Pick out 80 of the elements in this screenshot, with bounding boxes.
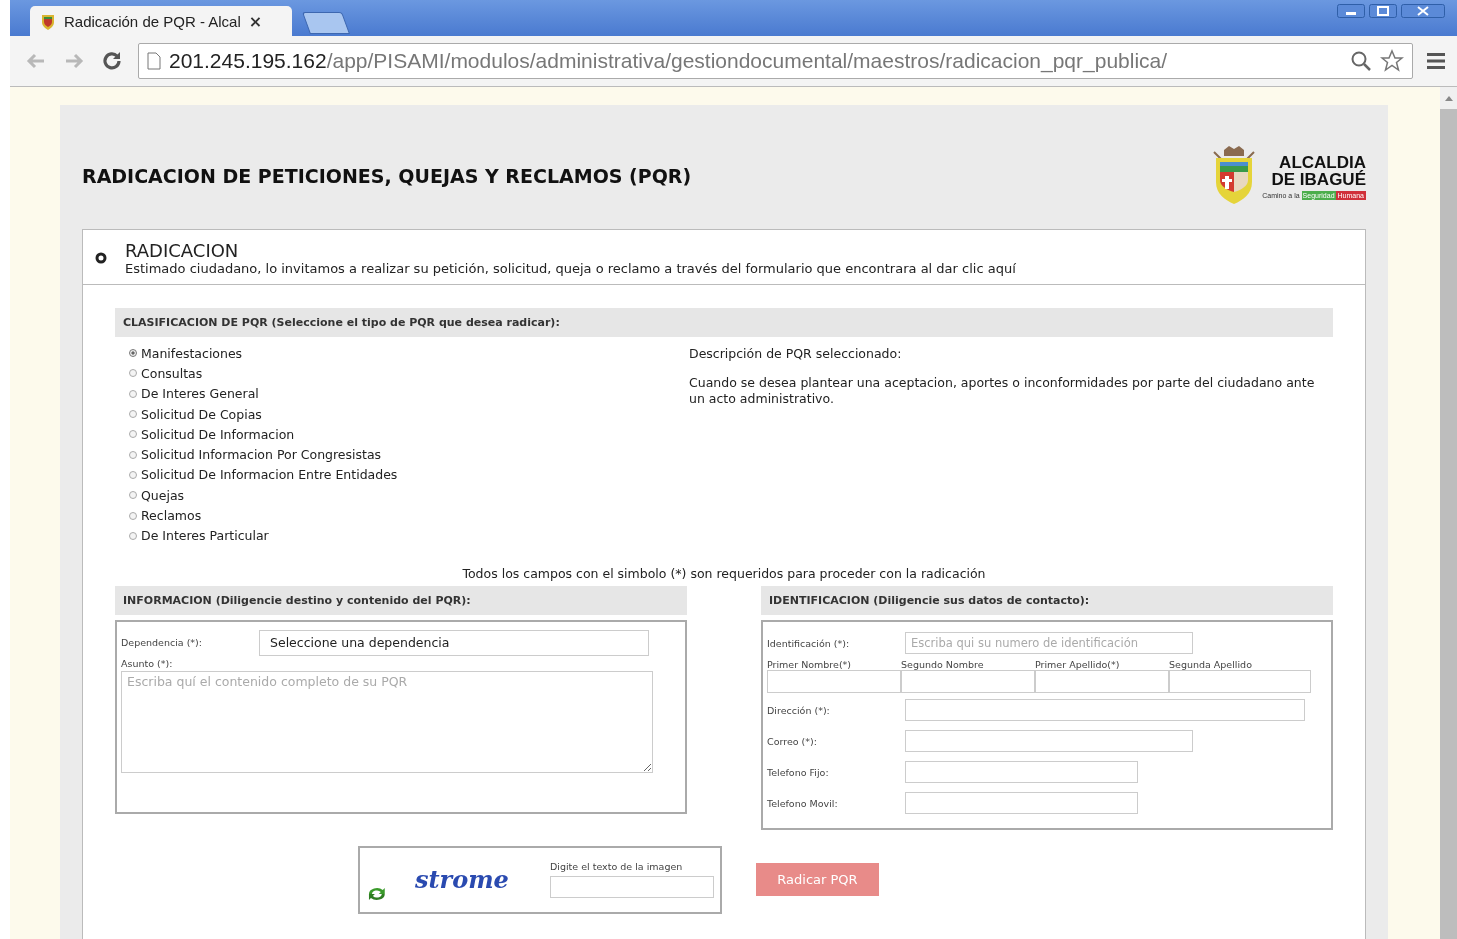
name-input[interactable]: [901, 669, 1035, 693]
field-label: Digite el texto de la imagen: [550, 861, 684, 873]
field-label: Segunda Apellido: [1169, 658, 1253, 670]
menu-icon[interactable]: [1427, 52, 1447, 70]
radio-label: Solicitud De Copias: [141, 406, 262, 422]
section-heading: INFORMACION (Diligencie destino y contenido del PQR):: [115, 585, 687, 615]
text-input[interactable]: [905, 761, 1138, 784]
radio-label: Solicitud Informacion Por Congresistas: [141, 447, 382, 463]
radio-label: Manifestaciones: [141, 345, 243, 361]
required-note: Todos los campos con el simbolo (*) son requeridos para proceder con la radicación: [461, 565, 987, 581]
radio-label: Solicitud De Informacion Entre Entidades: [141, 467, 398, 483]
maximize-icon[interactable]: [1369, 4, 1397, 18]
radio-label: De Interes General: [141, 386, 259, 402]
text-input[interactable]: [905, 730, 1193, 753]
radio-label: Solicitud De Informacion: [141, 426, 295, 442]
radio-option[interactable]: De Interes General: [129, 383, 689, 404]
minimize-icon[interactable]: [1337, 4, 1365, 18]
text-input[interactable]: [905, 699, 1305, 722]
field-label: Identificación (*):: [767, 637, 851, 649]
search-icon[interactable]: [1350, 50, 1372, 72]
field-label: Telefono Fijo:: [767, 766, 830, 778]
id-input[interactable]: Escriba qui su numero de identificación: [905, 632, 1193, 655]
radio-option[interactable]: Solicitud De Copias: [129, 403, 689, 425]
section-subtitle: Estimado ciudadano, lo invitamos a realizar su petición, solicitud, queja o reclamo a través del formulario que encontrara al dar clic aquí: [125, 261, 1016, 276]
radio-button[interactable]: [129, 491, 137, 500]
radio-button[interactable]: [129, 511, 137, 520]
field-label: Asunto (*):: [121, 657, 174, 669]
radio-button[interactable]: [129, 531, 137, 540]
scroll-up-icon[interactable]: [1444, 95, 1453, 101]
name-input[interactable]: [1169, 669, 1311, 693]
radio-option[interactable]: Solicitud Informacion Por Congresistas: [129, 444, 689, 465]
radio-button[interactable]: [129, 430, 137, 439]
field-label: Primer Apellido(*): [1035, 658, 1121, 670]
shield-icon: [40, 12, 56, 30]
radio-option[interactable]: Solicitud De Informacion: [129, 424, 689, 445]
radio-option[interactable]: Solicitud De Informacion Entre Entidades: [129, 464, 689, 486]
radio-button[interactable]: [129, 389, 137, 398]
radio-label: De Interes Particular: [141, 528, 269, 544]
radio-option[interactable]: Manifestaciones: [129, 343, 689, 364]
radio-label: Quejas: [141, 487, 185, 503]
address-bar[interactable]: 201.245.195.162/app/PISAMI/modulos/administrativa/gestiondocumental/maestros/radicacion_pqr_publica/: [138, 43, 1413, 79]
field-label: Telefono Movil:: [767, 797, 839, 809]
radio-button[interactable]: [129, 470, 137, 479]
star-icon[interactable]: [1380, 49, 1404, 73]
close-icon[interactable]: [1401, 4, 1445, 18]
description-label: Descripción de PQR seleccionado:: [689, 346, 903, 361]
radio-button[interactable]: [129, 369, 137, 378]
page-icon: [147, 52, 161, 70]
description-text: Cuando se desea plantear una aceptacion, aportes o inconformidades por parte del ciudadano ante un acto administrativo.: [689, 375, 1316, 407]
new-tab-button[interactable]: [302, 12, 350, 34]
radio-label: Reclamos: [141, 508, 202, 523]
radio-button[interactable]: [129, 450, 137, 459]
text-input[interactable]: [905, 792, 1138, 815]
browser-tab[interactable]: Radicación de PQR - Alcal ×: [30, 6, 292, 36]
field-label: Dependencia (*):: [121, 637, 204, 649]
bullet-icon: [95, 252, 107, 264]
section-title: RADICACION: [125, 240, 240, 261]
radio-button[interactable]: [129, 349, 137, 358]
captcha-input[interactable]: [550, 876, 714, 899]
name-input[interactable]: [1035, 669, 1169, 693]
radio-option[interactable]: Consultas: [129, 363, 689, 384]
logo-text: DE IBAGUÉ: [1271, 171, 1366, 188]
captcha-image: strome: [413, 865, 510, 895]
radio-button[interactable]: [129, 410, 137, 419]
dependency-select[interactable]: Seleccione una dependencia: [259, 629, 649, 656]
field-label: Correo (*):: [767, 735, 818, 747]
radio-option[interactable]: De Interes Particular: [129, 525, 689, 546]
radio-option[interactable]: Quejas: [129, 485, 689, 506]
tab-close-button[interactable]: ×: [248, 11, 263, 31]
logo-text: ALCALDIA: [1279, 154, 1366, 171]
field-label: Primer Nombre(*): [767, 658, 853, 670]
subject-textarea[interactable]: Escriba quí el contenido completo de su PQR: [121, 670, 653, 773]
page-title: RADICACION DE PETICIONES, QUEJAS Y RECLAMOS (PQR): [82, 165, 692, 189]
radio-label: Consultas: [141, 365, 203, 381]
section-heading: IDENTIFICACION (Diligencie sus datos de contacto):: [761, 585, 1333, 615]
name-input[interactable]: [767, 669, 901, 693]
field-label: Dirección (*):: [767, 704, 831, 716]
field-label: Segundo Nombre: [901, 658, 985, 670]
radio-option[interactable]: Reclamos: [129, 505, 689, 526]
section-heading: CLASIFICACION DE PQR (Seleccione el tipo de PQR que desea radicar):: [115, 308, 1333, 337]
